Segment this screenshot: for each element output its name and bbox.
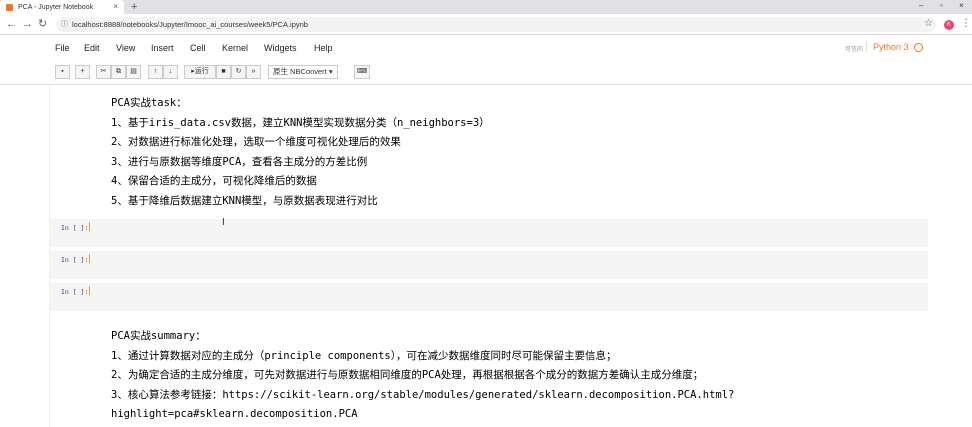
- move-down-icon[interactable]: ↓: [163, 65, 178, 79]
- forward-arrow-icon[interactable]: →: [22, 17, 33, 31]
- command-palette-icon[interactable]: ⌨: [354, 65, 370, 79]
- new-tab-icon[interactable]: +: [131, 0, 137, 14]
- bookmark-star-icon[interactable]: ☆: [924, 17, 933, 31]
- summary-line: highlight=pca#sklearn.decomposition.PCA: [111, 408, 358, 420]
- browser-menu-icon[interactable]: ⋮: [961, 18, 971, 30]
- menu-cell[interactable]: Cell: [190, 43, 206, 53]
- interrupt-icon[interactable]: ■: [216, 65, 231, 79]
- cell-type-select[interactable]: 原生 NBConvert ▾: [268, 65, 338, 79]
- restore-icon[interactable]: ▫: [940, 0, 943, 12]
- task-line: 5、基于降维后数据建立KNN模型，与原数据表现进行对比: [111, 194, 378, 207]
- menu-help[interactable]: Help: [314, 43, 333, 53]
- task-line: 2、对数据进行标准化处理，选取一个维度可视化处理后的效果: [111, 136, 401, 148]
- tab-close-icon[interactable]: ×: [113, 2, 118, 11]
- run-button[interactable]: ▸运行: [184, 65, 216, 79]
- profile-avatar[interactable]: K: [944, 20, 954, 30]
- task-line: 4、保留合适的主成分，可视化降维后的数据: [111, 175, 317, 187]
- address-bar: ← → ↻ ⓘ localhost:8888/notebooks/Jupyter…: [0, 14, 972, 35]
- back-arrow-icon[interactable]: ←: [6, 17, 17, 31]
- cell-edit-marker: [89, 254, 90, 263]
- menu-file[interactable]: File: [55, 43, 70, 53]
- summary-line: 2、为确定合适的主成分维度，可先对数据进行与原数据相同维度的PCA处理，再根据根…: [111, 369, 704, 381]
- code-cell[interactable]: In [ ]:: [50, 219, 928, 247]
- task-title: PCA实战task：: [111, 97, 187, 109]
- input-prompt: In [ ]:: [61, 288, 89, 296]
- summary-title: PCA实战summary：: [111, 330, 206, 342]
- paste-icon[interactable]: ▤: [126, 65, 141, 79]
- move-up-icon[interactable]: ↑: [148, 65, 163, 79]
- code-cell[interactable]: In [ ]:: [50, 251, 928, 279]
- code-cell[interactable]: In [ ]:: [50, 283, 928, 311]
- task-line: 3、进行与原数据等维度PCA，查看各主成分的方差比例: [111, 155, 368, 168]
- task-line: 1、基于iris_data.csv数据，建立KNN模型实现数据分类（n_neig…: [111, 116, 490, 129]
- copy-icon[interactable]: ⧉: [111, 65, 126, 79]
- menu-insert[interactable]: Insert: [151, 43, 174, 53]
- menu-edit[interactable]: Edit: [84, 43, 100, 53]
- summary-line: 3、核心算法参考链接：https://scikit-learn.org/stab…: [111, 388, 735, 401]
- task-markdown-cell[interactable]: PCA实战task： 1、基于iris_data.csv数据，建立KNN模型实现…: [111, 93, 490, 210]
- browser-tab[interactable]: PCA - Jupyter Notebook ×: [0, 0, 124, 14]
- notebook-container: PCA实战task： 1、基于iris_data.csv数据，建立KNN模型实现…: [49, 85, 928, 427]
- jupyter-favicon-icon: [6, 3, 13, 11]
- info-icon: ⓘ: [61, 21, 68, 28]
- tab-title: PCA - Jupyter Notebook: [18, 3, 94, 11]
- url-input[interactable]: ⓘ localhost:8888/notebooks/Jupyter/Imooc…: [56, 17, 936, 32]
- trusted-indicator[interactable]: 可信的: [845, 44, 863, 53]
- cell-type-value: 原生 NBConvert: [273, 67, 327, 76]
- menu-kernel[interactable]: Kernel: [222, 43, 248, 53]
- input-prompt: In [ ]:: [61, 256, 89, 264]
- minimize-icon[interactable]: –: [919, 0, 923, 12]
- cut-icon[interactable]: ✂: [96, 65, 111, 79]
- summary-markdown-cell[interactable]: PCA实战summary： 1、通过计算数据对应的主成分（principle c…: [111, 326, 734, 424]
- text-cursor-icon: I: [222, 217, 225, 228]
- kernel-status-icon: [914, 43, 923, 52]
- save-icon[interactable]: ▪: [55, 65, 70, 79]
- browser-tab-strip: PCA - Jupyter Notebook × + – ▫ ×: [0, 0, 972, 14]
- summary-line: 1、通过计算数据对应的主成分（principle components），可在减…: [111, 349, 617, 362]
- notebook-menubar: File Edit View Insert Cell Kernel Widget…: [0, 36, 972, 60]
- menu-view[interactable]: View: [116, 43, 135, 53]
- input-prompt: In [ ]:: [61, 224, 89, 232]
- cell-edit-marker: [89, 222, 90, 231]
- menu-widgets[interactable]: Widgets: [264, 43, 297, 53]
- window-close-icon[interactable]: ×: [959, 0, 964, 12]
- kernel-name: Python 3: [866, 42, 909, 52]
- notebook-toolbar: ▪ + ✂ ⧉ ▤ ↑ ↓ ▸运行 ■ ↻ » 原生 NBConvert ▾ ⌨: [0, 62, 972, 82]
- restart-icon[interactable]: ↻: [231, 65, 246, 79]
- insert-cell-icon[interactable]: +: [75, 65, 90, 79]
- run-label: 运行: [194, 68, 209, 75]
- cell-edit-marker: [89, 286, 90, 295]
- restart-run-all-icon[interactable]: »: [246, 65, 261, 79]
- reload-icon[interactable]: ↻: [38, 17, 47, 31]
- url-text: localhost:8888/notebooks/Jupyter/Imooc_a…: [72, 20, 308, 29]
